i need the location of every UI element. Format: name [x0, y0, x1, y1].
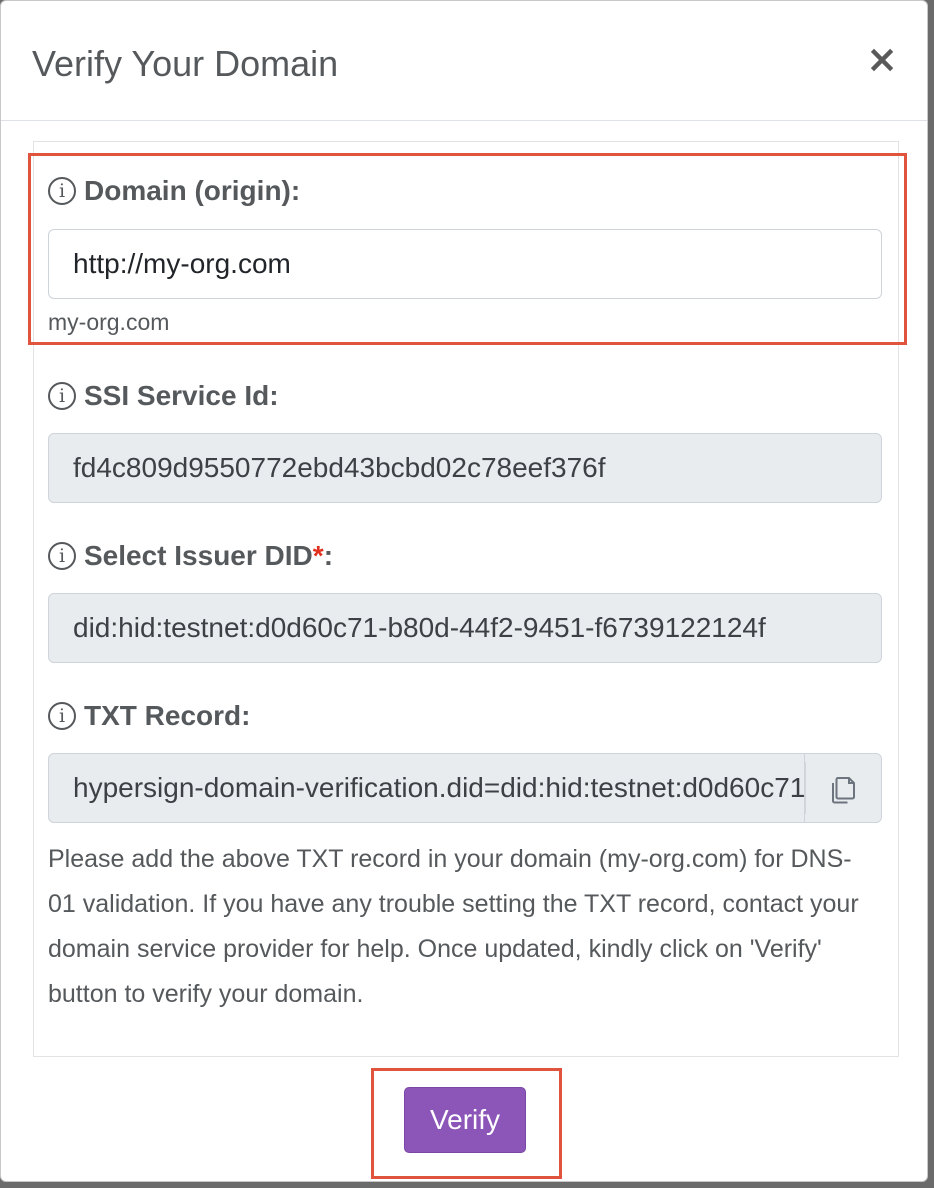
copy-icon: [832, 777, 855, 804]
modal-title: Verify Your Domain: [32, 43, 339, 84]
close-icon: ×: [866, 37, 898, 81]
info-icon[interactable]: i: [48, 542, 76, 570]
domain-label-text: Domain (origin):: [84, 175, 301, 206]
required-asterisk: *: [312, 540, 324, 571]
issuer-did-label-colon: :: [323, 540, 334, 571]
ssi-service-id-label-text: SSI Service Id:: [84, 380, 279, 411]
domain-label: i Domain (origin):: [48, 175, 300, 207]
issuer-did-label-text: Select Issuer DID: [84, 540, 313, 571]
txt-record-help-text: Please add the above TXT record in your …: [48, 845, 859, 1008]
issuer-did-select[interactable]: did:hid:testnet:d0d60c71-b80d-44f2-9451-…: [48, 593, 882, 663]
txt-record-label: i TXT Record:: [48, 700, 250, 732]
txt-record-field[interactable]: hypersign-domain-verification.did=did:hi…: [48, 753, 804, 823]
issuer-did-label: i Select Issuer DID*:: [48, 540, 333, 572]
verify-button[interactable]: Verify: [404, 1087, 526, 1153]
txt-record-group: hypersign-domain-verification.did=did:hi…: [48, 753, 882, 823]
close-button[interactable]: ×: [865, 40, 899, 78]
info-icon[interactable]: i: [48, 382, 76, 410]
modal-header: Verify Your Domain ×: [1, 1, 927, 121]
ssi-service-id-label: i SSI Service Id:: [48, 380, 279, 412]
info-icon[interactable]: i: [48, 177, 76, 205]
verify-domain-modal: Verify Your Domain × i Domain (origin): h…: [0, 0, 928, 1182]
txt-record-label-text: TXT Record:: [84, 700, 251, 731]
domain-hint: my-org.com: [48, 309, 170, 335]
domain-input[interactable]: http://my-org.com: [48, 229, 882, 299]
ssi-service-id-field: fd4c809d9550772ebd43bcbd02c78eef376f: [48, 433, 882, 503]
info-icon[interactable]: i: [48, 702, 76, 730]
copy-button[interactable]: [804, 753, 882, 823]
